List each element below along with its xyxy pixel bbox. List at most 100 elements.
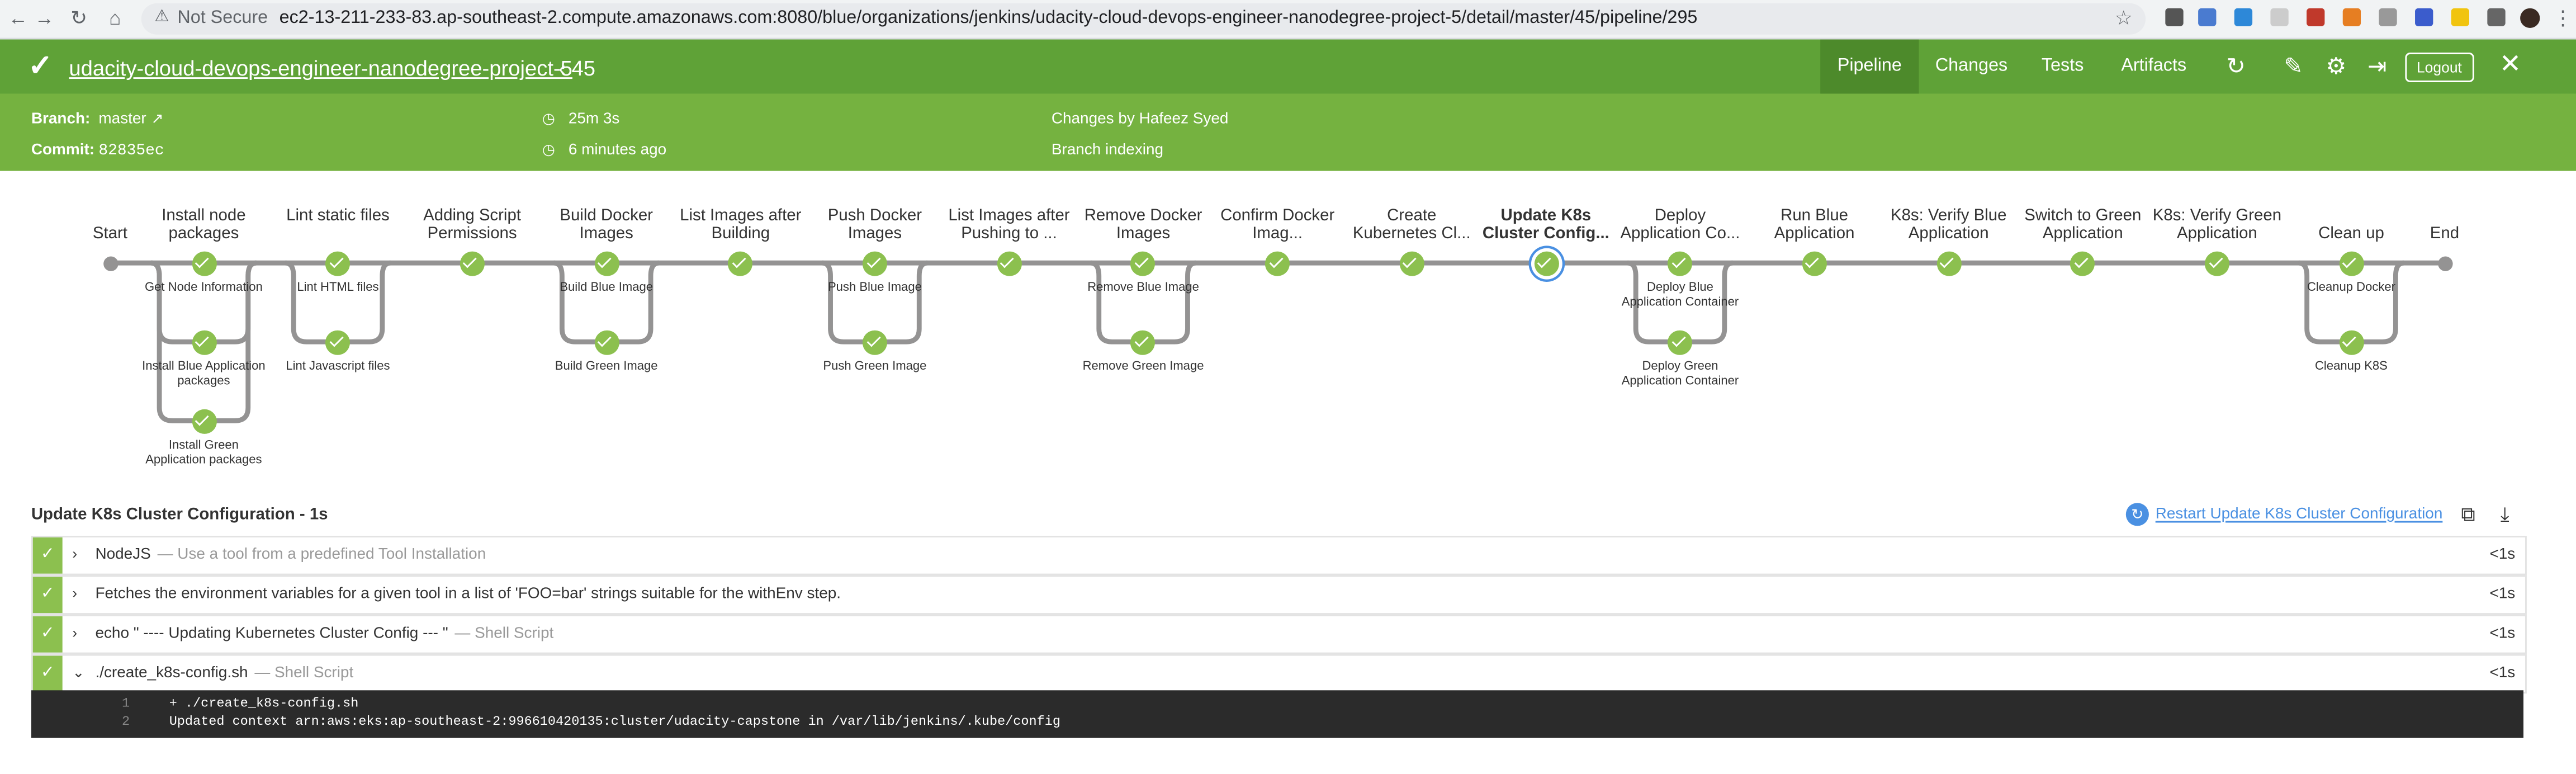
external-link-icon[interactable]: ↗ bbox=[151, 110, 163, 128]
commit-label: Commit: bbox=[31, 141, 95, 160]
job-name-link[interactable]: udacity-cloud-devops-engineer-nanodegree… bbox=[69, 56, 572, 81]
restart-stage-link[interactable]: ↻ Restart Update K8s Cluster Configuratio… bbox=[2125, 503, 2442, 526]
tab-artifacts[interactable]: Artifacts bbox=[2103, 40, 2205, 94]
extension-icon[interactable] bbox=[2198, 8, 2217, 27]
warning-icon: ⚠ bbox=[154, 8, 169, 27]
extensions-menu-icon[interactable] bbox=[2487, 8, 2506, 27]
step-row[interactable]: ✓ › echo " ---- Updating Kubernetes Cluste… bbox=[31, 615, 2527, 654]
branch-label[interactable]: Lint HTML files bbox=[276, 280, 400, 295]
branch-label[interactable]: Remove Blue Image bbox=[1081, 280, 1205, 295]
address-bar[interactable]: ⚠ Not Secure ec2-13-211-233-83.ap-southe… bbox=[141, 3, 2146, 35]
stage-label[interactable]: Update K8s Cluster Config... bbox=[1480, 207, 1612, 243]
stage-node[interactable] bbox=[1399, 251, 1424, 276]
stage-label[interactable]: Clean up bbox=[2285, 225, 2417, 243]
tab-changes[interactable]: Changes bbox=[1922, 40, 2020, 94]
branch-label[interactable]: Lint Javascript files bbox=[276, 359, 400, 374]
step-row[interactable]: ✓ › Fetches the environment variables for … bbox=[31, 575, 2527, 615]
chevron-right-icon[interactable]: › bbox=[72, 625, 77, 641]
security-label: Not Secure bbox=[177, 8, 268, 28]
step-title: echo " ---- Updating Kubernetes Cluster … bbox=[95, 624, 448, 643]
back-icon[interactable]: ← bbox=[5, 7, 31, 30]
stage-label[interactable]: List Images after Building bbox=[675, 207, 806, 243]
stage-label[interactable]: Adding Script Permissions bbox=[406, 207, 538, 243]
chevron-right-icon[interactable]: › bbox=[72, 546, 77, 562]
run-number[interactable]: ‹ 45 bbox=[558, 56, 595, 81]
bookmark-star-icon[interactable]: ☆ bbox=[2115, 7, 2133, 30]
step-duration: <1s bbox=[2489, 664, 2516, 682]
extension-icon[interactable] bbox=[2379, 8, 2397, 27]
chevron-right-icon[interactable]: › bbox=[72, 585, 77, 601]
stage-label[interactable]: Lint static files bbox=[272, 207, 404, 225]
close-icon[interactable]: ✕ bbox=[2496, 52, 2525, 79]
forward-icon[interactable]: → bbox=[31, 7, 58, 30]
browser-toolbar: ← → ↻ ⌂ ⚠ Not Secure ec2-13-211-233-83.a… bbox=[0, 0, 2576, 40]
extension-icon[interactable] bbox=[2270, 8, 2289, 27]
gear-icon[interactable]: ⚙ bbox=[2322, 53, 2351, 79]
more-menu-icon[interactable]: ⋮ bbox=[2550, 7, 2576, 30]
branch-label[interactable]: Push Blue Image bbox=[812, 280, 937, 295]
branch-label[interactable]: Cleanup K8S bbox=[2289, 359, 2413, 374]
branch-label[interactable]: Push Green Image bbox=[812, 359, 937, 374]
step-title: ./create_k8s-config.sh bbox=[95, 664, 248, 682]
extension-icon[interactable] bbox=[2415, 8, 2433, 27]
step-name: Fetches the environment variables for a … bbox=[95, 585, 847, 603]
tab-pipeline[interactable]: Pipeline bbox=[1820, 39, 1919, 94]
stage-label[interactable]: Remove Docker Images bbox=[1078, 207, 1209, 243]
branch-label[interactable]: Remove Green Image bbox=[1081, 359, 1205, 374]
clock-icon: ◷ bbox=[542, 110, 555, 127]
profile-avatar[interactable] bbox=[2520, 8, 2540, 28]
exit-icon[interactable]: ⇥ bbox=[2362, 53, 2392, 79]
step-log-output: 1 + ./create_k8s-config.sh 2 Updated con… bbox=[31, 690, 2523, 738]
reload-icon[interactable]: ↻ bbox=[66, 7, 92, 30]
stage-label[interactable]: List Images after Pushing to ... bbox=[943, 207, 1074, 243]
success-check-icon: ✓ bbox=[32, 577, 63, 613]
restart-icon: ↻ bbox=[2125, 503, 2149, 526]
stage-label[interactable]: K8s: Verify Blue Application bbox=[1883, 207, 2014, 243]
stage-label[interactable]: K8s: Verify Green Application bbox=[2151, 207, 2283, 243]
success-check-icon: ✓ bbox=[32, 616, 63, 653]
open-external-icon[interactable]: ⧉ bbox=[2461, 503, 2475, 527]
tab-tests[interactable]: Tests bbox=[2018, 40, 2108, 94]
cause-text: Branch indexing bbox=[1051, 141, 1164, 160]
log-line-number: 1 bbox=[122, 697, 130, 712]
step-row[interactable]: ✓ ⌄ ./create_k8s-config.sh — Shell Script <1… bbox=[31, 654, 2527, 694]
extension-icon[interactable] bbox=[2165, 8, 2184, 27]
branch-label[interactable]: Cleanup Docker bbox=[2289, 280, 2413, 295]
branch-label[interactable]: Build Blue Image bbox=[544, 280, 669, 295]
duration-value: 25m 3s bbox=[568, 110, 620, 129]
download-icon[interactable]: ⤓ bbox=[2501, 503, 2509, 527]
stage-label[interactable]: Switch to Green Application bbox=[2017, 207, 2148, 243]
stage-label[interactable]: Create Kubernetes Cl... bbox=[1346, 207, 1478, 243]
logout-button[interactable]: Logout bbox=[2405, 53, 2474, 82]
branch-label[interactable]: Install Blue Application packages bbox=[141, 358, 266, 389]
stage-node[interactable] bbox=[460, 251, 485, 276]
branch-value[interactable]: master bbox=[98, 110, 146, 128]
home-icon[interactable]: ⌂ bbox=[102, 7, 128, 30]
extension-icon[interactable] bbox=[2234, 8, 2253, 27]
step-row[interactable]: ✓ › NodeJS — Use a tool from a predefined T… bbox=[31, 536, 2527, 575]
extension-icon[interactable] bbox=[2307, 8, 2325, 27]
run-meta: Branch: master ↗ Commit: 82835ec ◷ 25m 3… bbox=[0, 93, 2576, 171]
stage-label[interactable]: Confirm Docker Imag... bbox=[1212, 207, 1343, 243]
extension-icon[interactable] bbox=[2451, 8, 2470, 27]
stage-label[interactable]: Install node packages bbox=[138, 207, 269, 243]
pipeline-graph: Start End Install node packages Get Node In… bbox=[0, 171, 2576, 493]
rerun-icon[interactable]: ↻ bbox=[2221, 53, 2251, 79]
stage-label[interactable]: Deploy Application Co... bbox=[1614, 207, 1746, 243]
branch-label[interactable]: Deploy Green Application Container bbox=[1618, 358, 1742, 389]
url-text[interactable]: ec2-13-211-233-83.ap-southeast-2.compute… bbox=[280, 8, 1698, 28]
time-icon: ◷ bbox=[542, 141, 555, 158]
stage-label[interactable]: Build Docker Images bbox=[541, 207, 672, 243]
branch-label[interactable]: Get Node Information bbox=[141, 280, 266, 295]
chevron-down-icon[interactable]: ⌄ bbox=[72, 664, 84, 682]
branch-label[interactable]: Deploy Blue Application Container bbox=[1618, 280, 1742, 310]
branch-label[interactable]: Build Green Image bbox=[544, 359, 669, 374]
success-check-icon: ✓ bbox=[32, 655, 63, 692]
branch-label[interactable]: Install Green Application packages bbox=[141, 437, 266, 468]
stage-node[interactable] bbox=[1802, 251, 1827, 276]
log-line-number: 2 bbox=[122, 715, 130, 730]
stage-label[interactable]: Run Blue Application bbox=[1749, 207, 1880, 243]
extension-icon[interactable] bbox=[2342, 8, 2361, 27]
edit-pencil-icon[interactable]: ✎ bbox=[2279, 53, 2308, 79]
stage-label[interactable]: Push Docker Images bbox=[809, 207, 940, 243]
